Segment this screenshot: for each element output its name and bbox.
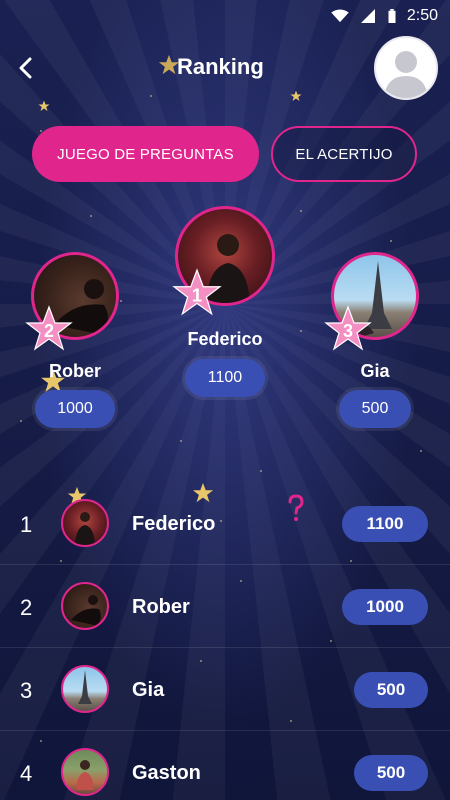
row-name: Gaston: [132, 762, 201, 784]
profile-avatar-icon: [384, 51, 428, 98]
table-row[interactable]: 2 Rober 1000: [0, 565, 450, 648]
row-rank: 4: [20, 761, 33, 786]
podium-second-score: 1000: [35, 390, 115, 428]
wifi-icon: [331, 9, 349, 23]
row-name: Gia: [132, 679, 165, 701]
star-icon: [38, 100, 50, 111]
row-score: 1100: [342, 506, 428, 542]
tab-el-acertijo[interactable]: EL ACERTIJO: [271, 126, 417, 182]
back-arrow-icon: [19, 57, 32, 79]
ranking-list: 1 Federico 1100 2 Rober 1000 3 Gia 500 4: [0, 482, 450, 800]
battery-icon: [388, 9, 396, 23]
row-name: Federico: [132, 513, 216, 535]
table-row[interactable]: 4 Gaston 500: [0, 731, 450, 800]
row-rank: 3: [20, 678, 33, 703]
status-bar: 2:50: [0, 0, 450, 32]
podium-first-score: 1100: [185, 359, 265, 397]
podium-first-name: Federico: [187, 329, 263, 349]
row-score: 500: [354, 755, 428, 791]
eiffel-tower-icon: [78, 670, 92, 704]
back-button[interactable]: [12, 54, 40, 82]
person-silhouette-icon: [71, 595, 101, 626]
row-score: 1000: [342, 589, 428, 625]
svg-text:3: 3: [343, 321, 353, 341]
podium: 1 Federico 1100 2 Rober 1000 3 Gia 500: [0, 200, 450, 440]
tab-juego-de-preguntas[interactable]: JUEGO DE PREGUNTAS: [32, 126, 259, 182]
podium-third-name: Gia: [360, 361, 390, 381]
signal-icon: [360, 9, 375, 23]
svg-text:1: 1: [192, 284, 202, 305]
avatar: [61, 582, 109, 630]
person-silhouette-icon: [75, 512, 95, 545]
page-title: Ranking: [177, 54, 264, 79]
rank-star-1-icon: 1: [172, 268, 222, 316]
row-rank: 2: [20, 595, 33, 620]
avatar: [61, 499, 109, 547]
row-rank: 1: [20, 512, 33, 537]
rank-star-2-icon: 2: [25, 305, 73, 351]
avatar: [61, 665, 109, 713]
row-name: Rober: [132, 596, 190, 618]
ranking-tabs: JUEGO DE PREGUNTAS EL ACERTIJO: [0, 126, 450, 184]
table-row[interactable]: 3 Gia 500: [0, 648, 450, 731]
app-header: Ranking: [0, 36, 450, 100]
table-row[interactable]: 1 Federico 1100: [0, 482, 450, 565]
avatar: [61, 748, 109, 796]
svg-text:2: 2: [44, 321, 54, 341]
rank-star-3-icon: 3: [324, 305, 372, 351]
row-score: 500: [354, 672, 428, 708]
podium-third-score: 500: [339, 390, 411, 428]
profile-avatar[interactable]: [374, 36, 438, 100]
person-silhouette-icon: [76, 760, 94, 790]
podium-second-name: Rober: [48, 361, 101, 381]
status-time: 2:50: [406, 7, 438, 24]
